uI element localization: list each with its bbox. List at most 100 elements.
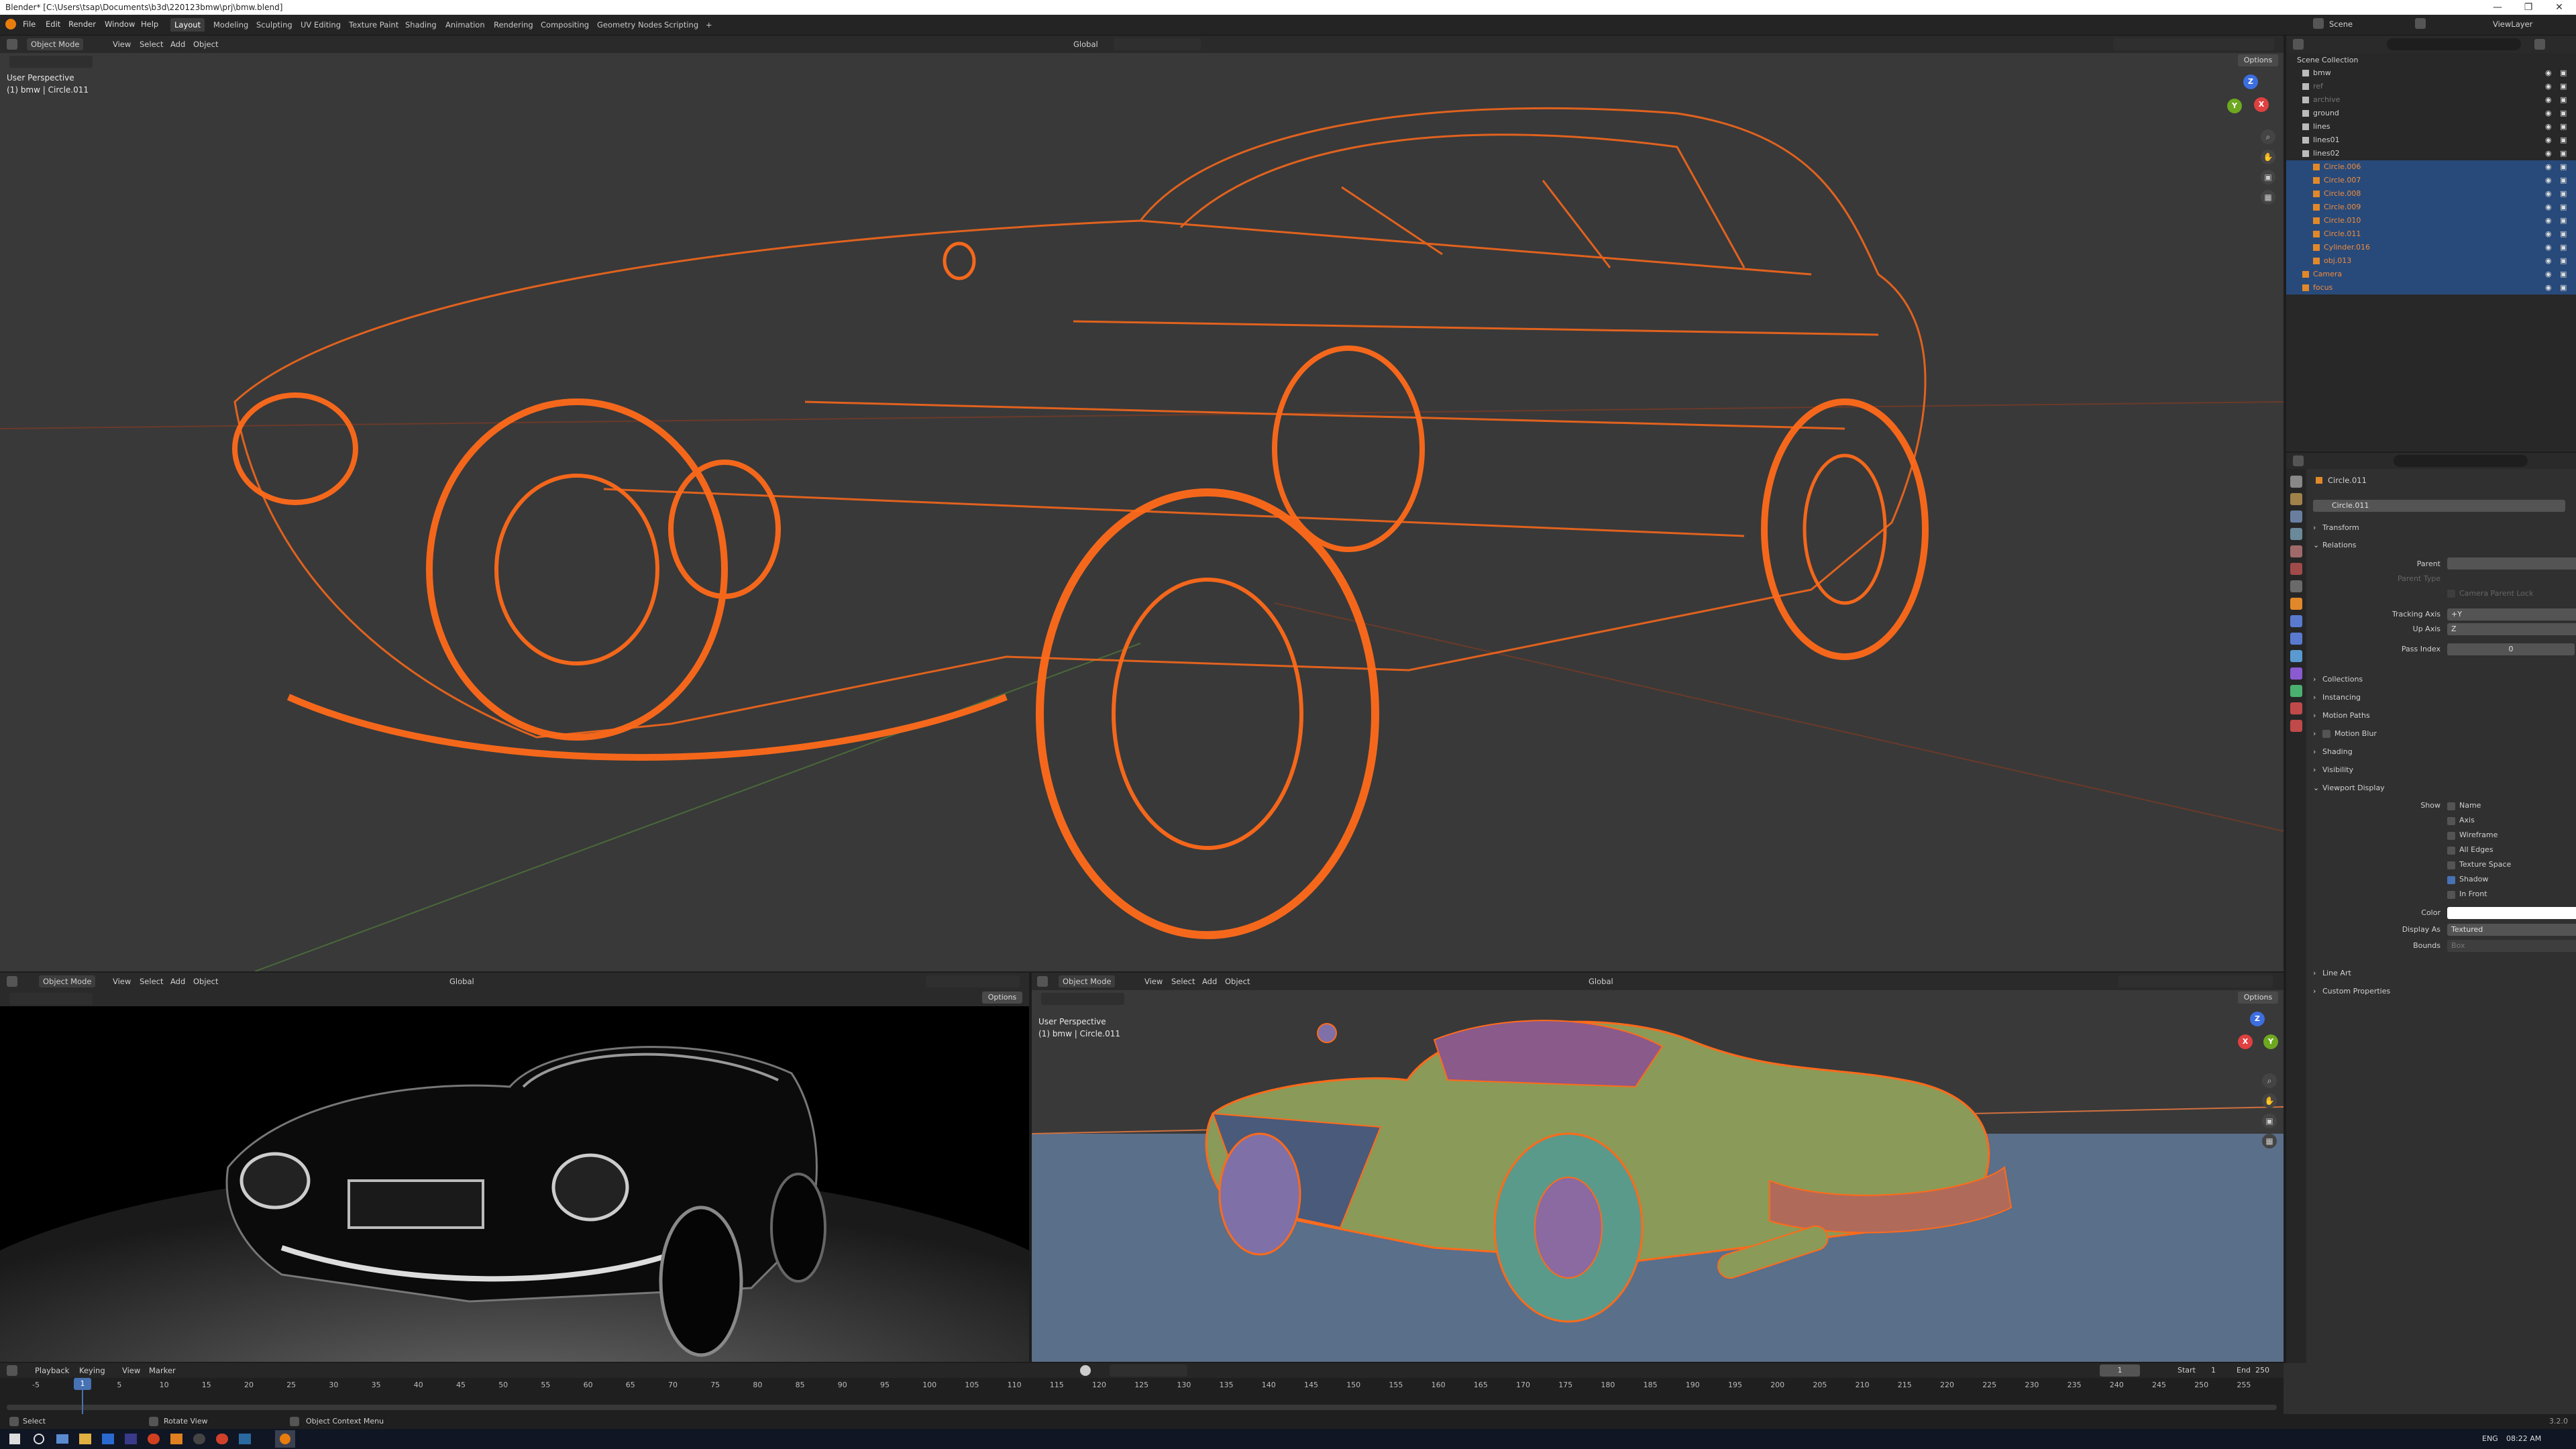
render-camera-icon[interactable]: ▣ bbox=[2560, 160, 2567, 174]
render-camera-icon[interactable]: ▣ bbox=[2560, 227, 2567, 241]
modifier-tab-icon[interactable] bbox=[2290, 615, 2302, 627]
camera-view-icon[interactable]: ▣ bbox=[2261, 170, 2275, 184]
playback-controls[interactable] bbox=[1110, 1364, 1187, 1377]
eye-icon[interactable]: ◉ bbox=[2545, 214, 2552, 227]
eye-icon[interactable]: ◉ bbox=[2545, 93, 2552, 107]
tab-compositing[interactable]: Compositing bbox=[537, 18, 593, 32]
tab-layout[interactable]: Layout bbox=[170, 18, 205, 32]
eye-icon[interactable]: ◉ bbox=[2545, 241, 2552, 254]
menu-render[interactable]: Render bbox=[68, 19, 96, 29]
eye-icon[interactable]: ◉ bbox=[2545, 80, 2552, 93]
material-tab-icon[interactable] bbox=[2290, 702, 2302, 714]
filter-icon[interactable] bbox=[2534, 39, 2545, 50]
outliner-row[interactable]: ground ◉ ▣ bbox=[2286, 107, 2576, 120]
eye-icon[interactable]: ◉ bbox=[2545, 281, 2552, 294]
close-button[interactable]: ✕ bbox=[2544, 0, 2575, 15]
eye-icon[interactable]: ◉ bbox=[2545, 227, 2552, 241]
tab-modeling[interactable]: Modeling bbox=[209, 18, 252, 32]
object-name-field[interactable]: Circle.011 bbox=[2313, 500, 2565, 512]
tab-geometry-nodes[interactable]: Geometry Nodes bbox=[593, 18, 666, 32]
gizmo-z-axis[interactable]: Z bbox=[2250, 1012, 2265, 1026]
menu-file[interactable]: File bbox=[23, 19, 36, 29]
transform-orientation[interactable]: Global bbox=[1589, 977, 1613, 986]
view-layer-selector[interactable]: ViewLayer bbox=[2493, 19, 2532, 29]
panel-motion-paths[interactable]: › Motion Paths bbox=[2306, 708, 2576, 724]
collection-tab-icon[interactable] bbox=[2290, 580, 2302, 592]
show-wireframe-checkbox[interactable] bbox=[2447, 832, 2455, 840]
grid-toggle-icon[interactable]: ▦ bbox=[2262, 1134, 2277, 1148]
scene-selector[interactable]: Scene bbox=[2329, 19, 2353, 29]
end-frame-field[interactable]: 250 bbox=[2255, 1366, 2269, 1375]
show-axis-checkbox[interactable] bbox=[2447, 817, 2455, 825]
menu-view[interactable]: View bbox=[113, 977, 131, 986]
add-workspace-button[interactable]: + bbox=[702, 18, 716, 32]
outliner-row[interactable]: Circle.010 ◉ ▣ bbox=[2286, 214, 2576, 227]
task-view-icon[interactable] bbox=[56, 1434, 68, 1444]
show-texture-space-checkbox[interactable] bbox=[2447, 861, 2455, 869]
show-all-edges-checkbox[interactable] bbox=[2447, 847, 2455, 855]
current-frame-field[interactable]: 1 bbox=[2100, 1364, 2140, 1377]
show-shadow-checkbox[interactable] bbox=[2447, 876, 2455, 884]
render-viewport[interactable]: Object Mode View Select Add Object Globa… bbox=[0, 973, 1029, 1362]
camera-view-icon[interactable]: ▣ bbox=[2262, 1114, 2277, 1128]
constraints-tab-icon[interactable] bbox=[2290, 667, 2302, 680]
mode-selector[interactable]: Object Mode bbox=[27, 38, 84, 50]
outliner-row[interactable]: Circle.011 ◉ ▣ bbox=[2286, 227, 2576, 241]
menu-object[interactable]: Object bbox=[193, 977, 218, 986]
camera-parent-lock-checkbox[interactable] bbox=[2447, 590, 2455, 598]
scene-tab-icon[interactable] bbox=[2290, 545, 2302, 557]
outliner-row[interactable]: Circle.006 ◉ ▣ bbox=[2286, 160, 2576, 174]
render-camera-icon[interactable]: ▣ bbox=[2560, 281, 2567, 294]
selection-mode-tools[interactable] bbox=[1041, 993, 1124, 1005]
outliner-row[interactable]: Circle.008 ◉ ▣ bbox=[2286, 187, 2576, 201]
menu-select[interactable]: Select bbox=[1171, 977, 1195, 986]
motion-blur-checkbox[interactable] bbox=[2322, 730, 2330, 738]
viewport-shading-buttons[interactable] bbox=[2118, 975, 2273, 987]
panel-relations[interactable]: ⌄ Relations bbox=[2306, 537, 2576, 553]
blender-taskbar-button[interactable] bbox=[275, 1430, 295, 1448]
eye-icon[interactable]: ◉ bbox=[2545, 187, 2552, 201]
editor-type-icon[interactable] bbox=[1037, 976, 1048, 987]
panel-shading[interactable]: › Shading bbox=[2306, 744, 2576, 760]
clock[interactable]: 08:22 AM bbox=[2506, 1434, 2541, 1443]
timeline[interactable]: Playback Keying View Marker 1 Start 1 En… bbox=[0, 1363, 2284, 1414]
gizmo-y-axis[interactable]: Y bbox=[2227, 99, 2242, 113]
tab-rendering[interactable]: Rendering bbox=[490, 18, 537, 32]
language-indicator[interactable]: ENG bbox=[2482, 1434, 2498, 1443]
eye-icon[interactable]: ◉ bbox=[2545, 160, 2552, 174]
playhead[interactable]: 1 bbox=[74, 1378, 91, 1390]
start-frame-field[interactable]: 1 bbox=[2211, 1366, 2216, 1375]
blender-logo-icon[interactable] bbox=[5, 19, 16, 30]
outliner-row[interactable]: lines01 ◉ ▣ bbox=[2286, 133, 2576, 147]
particles-tab-icon[interactable] bbox=[2290, 633, 2302, 645]
outliner-row[interactable]: obj.013 ◉ ▣ bbox=[2286, 254, 2576, 268]
snap-proportional-tools[interactable] bbox=[1114, 38, 1201, 50]
menu-view[interactable]: View bbox=[113, 40, 131, 49]
panel-viewport-display[interactable]: ⌄ Viewport Display bbox=[2306, 780, 2576, 796]
eye-icon[interactable]: ◉ bbox=[2545, 120, 2552, 133]
record-icon[interactable] bbox=[1080, 1365, 1091, 1376]
render-camera-icon[interactable]: ▣ bbox=[2560, 254, 2567, 268]
menu-playback[interactable]: Playback bbox=[35, 1366, 69, 1375]
panel-collections[interactable]: › Collections bbox=[2306, 672, 2576, 688]
menu-edit[interactable]: Edit bbox=[46, 19, 60, 29]
gizmo-y-axis[interactable]: Y bbox=[2263, 1034, 2278, 1049]
windows-start-icon[interactable] bbox=[9, 1434, 20, 1444]
gizmo-x-axis[interactable]: X bbox=[2238, 1034, 2253, 1049]
menu-select[interactable]: Select bbox=[140, 977, 163, 986]
zoom-icon[interactable]: ⌕ bbox=[2262, 1073, 2277, 1088]
minimize-button[interactable]: — bbox=[2482, 0, 2513, 15]
object-tab-icon[interactable] bbox=[2290, 598, 2302, 610]
menu-add[interactable]: Add bbox=[170, 977, 185, 986]
menu-view[interactable]: View bbox=[122, 1366, 140, 1375]
mode-selector[interactable]: Object Mode bbox=[1059, 975, 1116, 987]
zoom-icon[interactable]: ⌕ bbox=[2261, 129, 2275, 144]
render-camera-icon[interactable]: ▣ bbox=[2560, 241, 2567, 254]
render-camera-icon[interactable]: ▣ bbox=[2560, 147, 2567, 160]
render-camera-icon[interactable]: ▣ bbox=[2560, 80, 2567, 93]
properties-search-input[interactable] bbox=[2394, 455, 2528, 467]
pan-hand-icon[interactable]: ✋ bbox=[2262, 1093, 2277, 1108]
gizmo-z-axis[interactable]: Z bbox=[2243, 74, 2258, 89]
pan-hand-icon[interactable]: ✋ bbox=[2261, 150, 2275, 164]
panel-instancing[interactable]: › Instancing bbox=[2306, 690, 2576, 706]
